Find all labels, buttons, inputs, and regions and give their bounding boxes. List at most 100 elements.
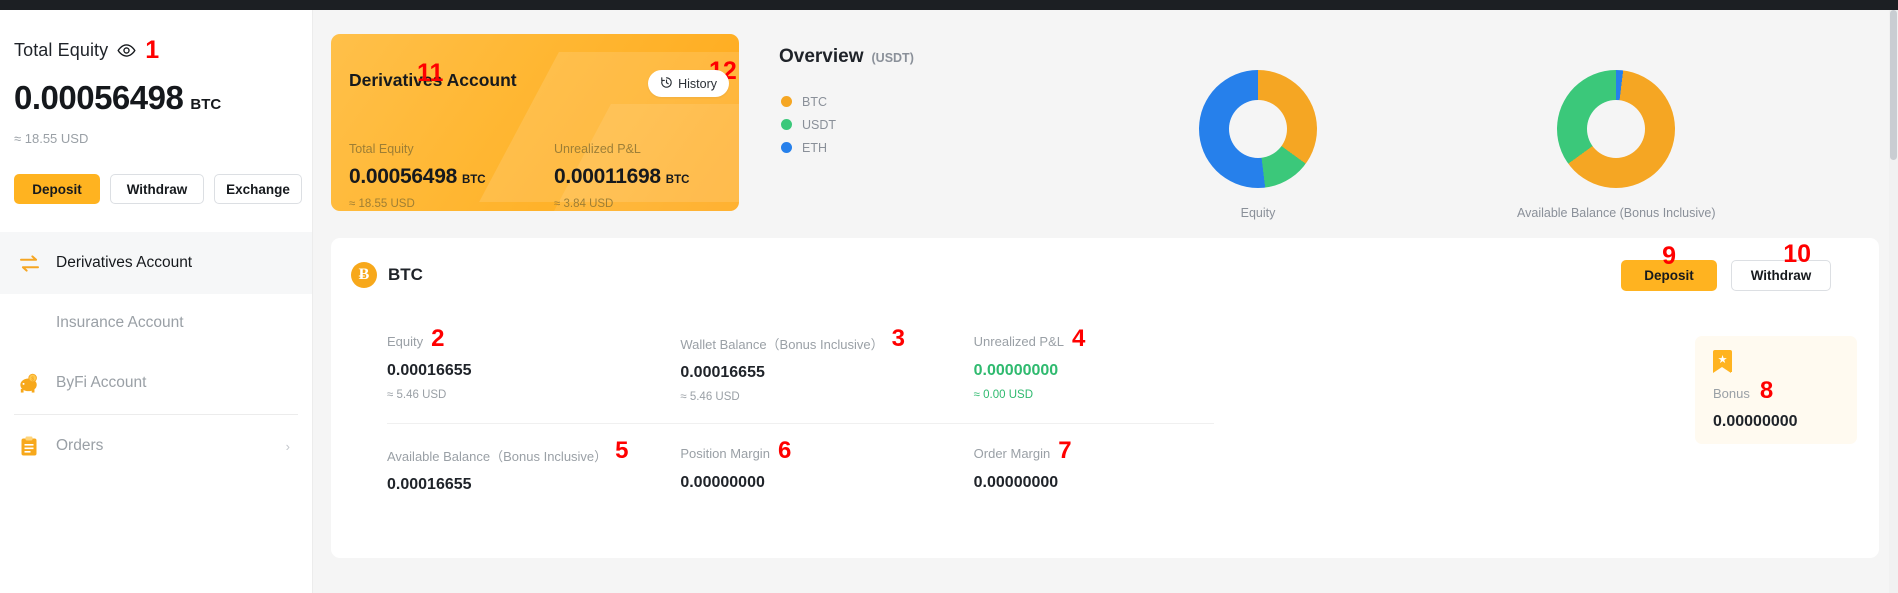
overview-donut-charts: Equity Available Balance (Bonus Inclusiv… <box>1199 70 1716 220</box>
annotation-marker-5: 5 <box>615 437 629 464</box>
scrollbar-thumb[interactable] <box>1890 10 1897 160</box>
stat-label: Total Equity <box>349 142 414 156</box>
total-equity-currency: BTC <box>190 96 222 113</box>
sidebar-action-buttons: Deposit Withdraw Exchange <box>14 174 312 204</box>
legend-item-btc: BTC <box>781 90 836 113</box>
sidebar-item-insurance-account[interactable]: Insurance Account <box>0 294 312 352</box>
metric-unrealized-pnl: Unrealized P&L 4 0.00000000 ≈ 0.00 USD <box>973 325 1267 403</box>
overview-section: Overview (USDT) BTC USDT ETH Equity Avai… <box>779 46 1879 220</box>
stat-value: 0.00056498 <box>349 165 457 188</box>
annotation-marker-4: 4 <box>1071 325 1086 352</box>
bitcoin-coin-icon: Ƀ <box>351 262 377 288</box>
legend-label: ETH <box>802 140 827 155</box>
clipboard-icon <box>18 436 40 456</box>
bonus-box: ★ Bonus 8 0.00000000 <box>1695 336 1857 444</box>
stat-value: 0.00011698 <box>554 165 661 188</box>
legend-item-usdt: USDT <box>781 113 836 136</box>
deposit-button[interactable]: Deposit <box>14 174 100 204</box>
total-equity-amount: 0.00056498 BTC <box>14 79 312 117</box>
piggy-bank-icon: $ <box>18 373 40 393</box>
metric-usd: ≈ 5.46 USD <box>680 391 740 403</box>
stat-usd: ≈ 18.55 USD <box>349 198 415 210</box>
annotation-marker-7: 7 <box>1058 437 1072 464</box>
card-stat-total-equity: Total Equity 0.00056498 BTC ≈ 18.55 USD <box>349 142 554 210</box>
annotation-marker-8: 8 <box>1759 377 1774 404</box>
donut-caption: Equity <box>1240 206 1276 220</box>
total-equity-value: 0.00056498 <box>14 79 184 116</box>
btc-metrics-grid: Equity 2 0.00016655 ≈ 5.46 USD Wallet Ba… <box>387 325 1267 494</box>
legend-dot-icon <box>781 119 792 130</box>
metric-value: 0.00016655 <box>387 476 472 493</box>
sidebar-item-byfi-account[interactable]: $ ByFi Account <box>0 352 312 414</box>
annotation-marker-3: 3 <box>891 325 905 352</box>
donut-chart-equity: Equity <box>1199 70 1317 220</box>
bonus-value: 0.00000000 <box>1713 412 1798 430</box>
annotation-marker-6: 6 <box>777 437 792 464</box>
donut-hole <box>1229 100 1287 158</box>
exchange-button[interactable]: Exchange <box>214 174 302 204</box>
btc-account-panel: Ƀ BTC 9 10 Deposit Withdraw Equity 2 0.0… <box>331 238 1879 558</box>
donut-equity-ring <box>1199 70 1317 188</box>
metric-label: Wallet Balance（Bonus Inclusive） <box>680 337 884 352</box>
metric-value: 0.00016655 <box>387 361 472 379</box>
page-scrollbar[interactable] <box>1889 10 1898 593</box>
metric-usd: ≈ 0.00 USD <box>973 388 1034 401</box>
metric-label: Available Balance（Bonus Inclusive） <box>387 449 608 464</box>
btc-withdraw-button[interactable]: Withdraw <box>1731 260 1831 291</box>
card-stat-unrealized-pnl: Unrealized P&L 0.00011698 BTC ≈ 3.84 USD <box>554 142 739 210</box>
metric-order-margin: Order Margin 7 0.00000000 <box>973 437 1267 494</box>
history-button-label: History <box>678 76 717 91</box>
eye-visibility-icon[interactable] <box>117 41 136 60</box>
donut-hole <box>1587 100 1646 158</box>
btc-panel-actions: 9 10 Deposit Withdraw <box>1621 242 1831 291</box>
sidebar-item-label: Insurance Account <box>56 314 184 331</box>
exchange-arrows-icon <box>18 254 40 272</box>
sidebar-item-orders[interactable]: Orders › <box>0 415 312 477</box>
derivatives-card-stats: Total Equity 0.00056498 BTC ≈ 18.55 USD … <box>349 142 739 210</box>
legend-dot-icon <box>781 142 792 153</box>
history-button[interactable]: History <box>648 70 729 97</box>
withdraw-button[interactable]: Withdraw <box>110 174 204 204</box>
svg-text:$: $ <box>31 376 34 382</box>
sidebar-nav: Derivatives Account Insurance Account $ <box>0 232 312 477</box>
main-content: Derivatives Account 11 12 History Total … <box>313 10 1898 593</box>
sidebar-item-label: Orders <box>56 437 104 454</box>
app-root: Total Equity 1 0.00056498 BTC ≈ 18.55 US… <box>0 0 1898 593</box>
stat-unit: BTC <box>665 174 690 186</box>
metric-wallet-balance: Wallet Balance（Bonus Inclusive） 3 0.0001… <box>680 325 973 403</box>
sidebar-item-derivatives-account[interactable]: Derivatives Account <box>0 232 312 294</box>
derivatives-account-card: Derivatives Account 11 12 History Total … <box>331 34 739 211</box>
bonus-label: Bonus <box>1713 386 1750 401</box>
metric-position-margin: Position Margin 6 0.00000000 <box>680 437 973 494</box>
metric-value: 0.00000000 <box>680 473 765 491</box>
btc-header: Ƀ BTC <box>351 262 423 288</box>
stat-unit: BTC <box>461 174 486 186</box>
overview-legend: BTC USDT ETH <box>781 90 836 159</box>
legend-label: BTC <box>802 94 827 109</box>
stat-label: Unrealized P&L <box>554 142 641 156</box>
metric-label: Order Margin <box>973 446 1051 461</box>
coin-name-label: BTC <box>388 265 423 284</box>
clock-history-icon <box>660 76 673 92</box>
metrics-row-bottom: Available Balance（Bonus Inclusive） 5 0.0… <box>387 437 1267 494</box>
annotation-marker-1: 1 <box>145 36 160 64</box>
annotation-marker-9: 9 <box>1662 242 1676 270</box>
sidebar-equity-summary: Total Equity 1 0.00056498 BTC ≈ 18.55 US… <box>0 10 312 204</box>
donut-chart-available-balance: Available Balance (Bonus Inclusive) <box>1517 70 1716 220</box>
annotation-marker-10: 10 <box>1783 240 1811 268</box>
metric-label: Position Margin <box>680 446 770 461</box>
sidebar-item-label: ByFi Account <box>56 374 147 391</box>
annotation-marker-2: 2 <box>431 325 445 352</box>
bonus-star-bookmark-icon: ★ <box>1713 350 1732 373</box>
metric-value: 0.00000000 <box>973 361 1059 379</box>
metric-available-balance: Available Balance（Bonus Inclusive） 5 0.0… <box>387 437 680 494</box>
legend-item-eth: ETH <box>781 136 836 159</box>
sidebar: Total Equity 1 0.00056498 BTC ≈ 18.55 US… <box>0 10 313 593</box>
metric-value: 0.00016655 <box>680 364 765 381</box>
top-dark-bar <box>0 0 1898 10</box>
metric-equity: Equity 2 0.00016655 ≈ 5.46 USD <box>387 325 680 403</box>
donut-caption: Available Balance (Bonus Inclusive) <box>1517 206 1716 220</box>
metrics-row-top: Equity 2 0.00016655 ≈ 5.46 USD Wallet Ba… <box>387 325 1267 403</box>
metric-usd: ≈ 5.46 USD <box>387 388 447 401</box>
annotation-marker-11: 11 <box>417 59 444 87</box>
